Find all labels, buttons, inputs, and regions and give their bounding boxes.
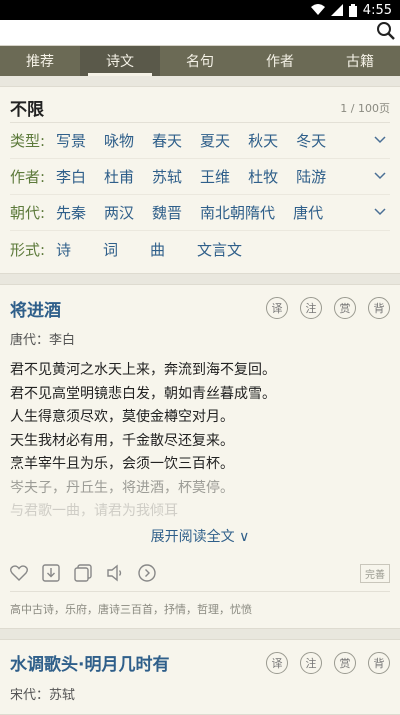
filter-option[interactable]: 先秦: [56, 202, 86, 223]
filter-row-type: 类型: 写景 咏物 春天 夏天 秋天 冬天: [10, 123, 390, 159]
poem-line: 岑夫子，丹丘生，将进酒，杯莫停。: [10, 479, 234, 496]
filter-option[interactable]: 曲: [150, 239, 165, 260]
search-icon[interactable]: [376, 21, 396, 45]
tab-recommend[interactable]: 推荐: [0, 46, 80, 76]
poem-actions: 完善: [10, 556, 390, 592]
copy-icon[interactable]: [74, 564, 92, 582]
battery-icon: [348, 3, 357, 17]
filter-option[interactable]: 杜甫: [104, 166, 134, 187]
poem-author[interactable]: 宋代：苏轼: [10, 684, 390, 704]
filter-option[interactable]: 冬天: [296, 130, 326, 151]
play-icon[interactable]: [138, 564, 156, 582]
filter-option[interactable]: 秋天: [248, 130, 278, 151]
poem-line: 烹羊宰牛且为乐，会须一饮三百杯。: [10, 456, 234, 472]
appreciation-badge[interactable]: 赏: [334, 651, 356, 674]
poem-line: 与君歌一曲，请君为我倾耳: [10, 503, 178, 519]
search-bar[interactable]: [0, 20, 400, 46]
poem-line: 君不见黄河之水天上来，奔流到海不复回。: [10, 362, 276, 378]
recite-badge[interactable]: 背: [368, 651, 390, 674]
filter-label: 形式:: [10, 240, 46, 259]
filter-header: 不限 1 / 100页: [10, 97, 390, 123]
chevron-down-icon[interactable]: [370, 169, 390, 184]
poem-title[interactable]: 将进酒: [10, 296, 61, 321]
filter-option[interactable]: 春天: [152, 130, 182, 151]
poem-author[interactable]: 唐代：李白: [10, 329, 390, 349]
filter-option[interactable]: 写景: [56, 130, 86, 151]
poem-title[interactable]: 水调歌头·明月几时有: [10, 650, 169, 675]
filter-row-form: 形式: 诗 词 曲 文言文: [10, 231, 390, 267]
expand-full-text-button[interactable]: 展开阅读全文 ∨: [10, 524, 390, 550]
filter-panel: 不限 1 / 100页 类型: 写景 咏物 春天 夏天 秋天 冬天 作者: 李白…: [0, 86, 400, 274]
filter-option[interactable]: 李白: [56, 166, 86, 187]
page-count: 1 / 100页: [340, 101, 390, 115]
heart-icon[interactable]: [10, 565, 28, 581]
filter-option[interactable]: 陆游: [296, 166, 326, 187]
poem-line: 天生我材必有用，千金散尽还复来。: [10, 432, 234, 449]
filter-option[interactable]: 杜牧: [248, 166, 278, 187]
translate-badge[interactable]: 译: [266, 297, 288, 319]
tab-label: 古籍: [346, 54, 374, 70]
filter-option[interactable]: 王维: [200, 166, 230, 187]
status-time: 4:55: [362, 2, 392, 18]
chevron-down-icon[interactable]: [370, 133, 390, 148]
filter-option[interactable]: 咏物: [104, 130, 134, 151]
filter-option[interactable]: 两汉: [104, 202, 134, 223]
filter-option[interactable]: 夏天: [200, 130, 230, 151]
translate-badge[interactable]: 译: [266, 651, 288, 674]
filter-row-author: 作者: 李白 杜甫 苏轼 王维 杜牧 陆游: [10, 159, 390, 195]
tab-label: 作者: [266, 54, 294, 70]
poem-tags[interactable]: 高中古诗，乐府，唐诗三百首，抒情，哲理，忧愤: [10, 592, 390, 628]
signal-icon: [330, 4, 343, 16]
filter-option[interactable]: 魏晋: [152, 202, 182, 223]
status-bar: 4:55: [0, 0, 400, 20]
tab-label: 名句: [186, 54, 214, 70]
poem-card: 水调歌头·明月几时有 译 注 赏 背 宋代：苏轼: [0, 638, 400, 715]
filter-option[interactable]: 南北朝隋代: [200, 202, 275, 223]
chevron-down-icon[interactable]: [370, 205, 390, 220]
download-icon[interactable]: [42, 564, 60, 582]
filter-option[interactable]: 诗: [56, 239, 71, 260]
poem-line: 君不见高堂明镜悲白发，朝如青丝暮成雪。: [10, 385, 276, 402]
tab-authors[interactable]: 作者: [240, 46, 320, 76]
wifi-icon: [310, 4, 325, 16]
filter-option[interactable]: 苏轼: [152, 166, 182, 187]
speaker-icon[interactable]: [106, 564, 124, 582]
annotation-badge[interactable]: 注: [300, 297, 322, 319]
filter-option[interactable]: 文言文: [197, 239, 242, 260]
poem-body: 君不见黄河之水天上来，奔流到海不复回。 君不见高堂明镜悲白发，朝如青丝暮成雪。 …: [10, 359, 390, 524]
tab-quotes[interactable]: 名句: [160, 46, 240, 76]
appreciation-badge[interactable]: 赏: [334, 297, 356, 319]
filter-label: 作者:: [10, 168, 46, 186]
poem-card: 将进酒 译 注 赏 背 唐代：李白 君不见黄河之水天上来，奔流到海不复回。 君不…: [0, 284, 400, 629]
tab-label: 诗文: [106, 54, 134, 70]
improve-button[interactable]: 完善: [360, 563, 390, 583]
filter-row-dynasty: 朝代: 先秦 两汉 魏晋 南北朝隋代 唐代: [10, 195, 390, 231]
filter-option[interactable]: 词: [103, 239, 118, 260]
filter-label: 类型:: [10, 132, 46, 150]
tab-poems[interactable]: 诗文: [80, 46, 160, 76]
filter-option[interactable]: 唐代: [293, 202, 323, 223]
recite-badge[interactable]: 背: [368, 297, 390, 319]
filter-title: 不限: [10, 100, 44, 120]
tab-label: 推荐: [26, 54, 54, 70]
tab-classics[interactable]: 古籍: [320, 46, 400, 76]
poem-line: 人生得意须尽欢，莫使金樽空对月。: [10, 409, 234, 425]
main-tabs: 推荐 诗文 名句 作者 古籍: [0, 46, 400, 76]
annotation-badge[interactable]: 注: [300, 651, 322, 674]
filter-label: 朝代:: [10, 204, 46, 222]
